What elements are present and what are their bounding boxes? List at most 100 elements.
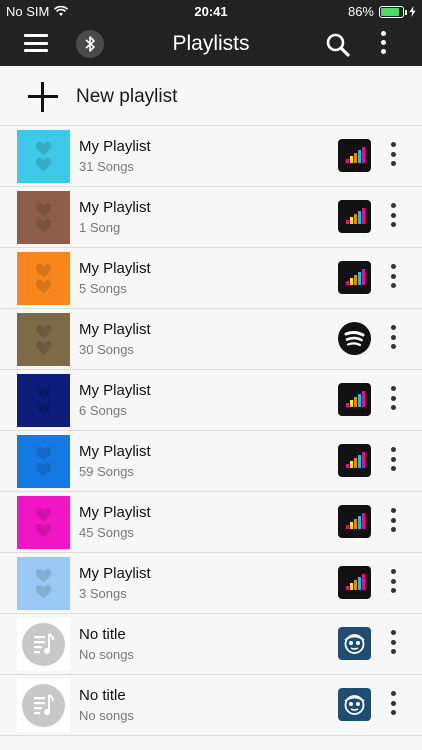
- deezer-icon: [346, 574, 365, 590]
- dot: [390, 344, 396, 349]
- search-button[interactable]: [325, 32, 351, 58]
- playlist-song-count: 1 Song: [79, 220, 121, 235]
- dot: [390, 395, 396, 401]
- playlist-artwork-placeholder: [17, 618, 70, 671]
- row-more-button[interactable]: [387, 508, 399, 538]
- playlist-name: No title: [79, 687, 126, 704]
- playlist-song-count: 31 Songs: [79, 159, 134, 174]
- playlist-song-count: 59 Songs: [79, 464, 134, 479]
- playlist-row[interactable]: No title No songs: [0, 675, 422, 736]
- playlist-artwork: [17, 435, 70, 488]
- dot: [390, 325, 396, 330]
- playlist-row[interactable]: My Playlist 1 Song: [0, 187, 422, 248]
- row-more-button[interactable]: [387, 325, 399, 355]
- page-title: Playlists: [172, 32, 250, 55]
- dot: [390, 161, 396, 166]
- row-more-button[interactable]: [387, 142, 399, 172]
- dot: [390, 691, 396, 696]
- playlist-row[interactable]: No title No songs: [0, 614, 422, 675]
- streaming-service-badge: [338, 566, 371, 599]
- streaming-service-badge: [338, 444, 371, 477]
- dot: [390, 386, 396, 391]
- playlist-artwork: [17, 252, 70, 305]
- playlist-row[interactable]: My Playlist 30 Songs: [0, 309, 422, 370]
- more-options-button[interactable]: [376, 31, 390, 59]
- battery-percent: 86%: [347, 4, 374, 19]
- playlist-artwork: [17, 130, 70, 183]
- row-more-button[interactable]: [387, 264, 399, 294]
- deezer-icon: [346, 208, 365, 224]
- battery-fill: [381, 7, 400, 16]
- playlist-artwork: [17, 496, 70, 549]
- battery-icon: [379, 5, 407, 18]
- napster-icon: [344, 634, 365, 654]
- dot: [390, 405, 396, 410]
- dot: [390, 456, 396, 462]
- row-more-button[interactable]: [387, 569, 399, 599]
- music-note-list-icon: [22, 623, 65, 666]
- deezer-icon: [346, 269, 365, 285]
- row-more-button[interactable]: [387, 630, 399, 660]
- dot: [390, 273, 396, 279]
- dot: [390, 700, 396, 706]
- streaming-service-badge: [338, 627, 371, 660]
- playlist-song-count: No songs: [79, 708, 134, 723]
- dot: [390, 447, 396, 452]
- playlist-song-count: 30 Songs: [79, 342, 134, 357]
- playlist-row[interactable]: My Playlist 3 Songs: [0, 553, 422, 614]
- new-playlist-label: New playlist: [76, 86, 178, 107]
- streaming-service-badge: [338, 322, 371, 355]
- playlist-song-count: 5 Songs: [79, 281, 127, 296]
- dot: [390, 639, 396, 645]
- dot: [390, 151, 396, 157]
- dot: [380, 49, 386, 54]
- dot: [390, 710, 396, 715]
- status-bar: No SIM 20:41 86%: [0, 0, 422, 22]
- streaming-service-badge: [338, 383, 371, 416]
- streaming-service-badge: [338, 261, 371, 294]
- dot: [390, 222, 396, 227]
- dot: [390, 630, 396, 635]
- playlist-row[interactable]: My Playlist 5 Songs: [0, 248, 422, 309]
- playlist-name: My Playlist: [79, 138, 151, 155]
- playlist-row[interactable]: My Playlist 31 Songs: [0, 126, 422, 187]
- streaming-service-badge: [338, 688, 371, 721]
- row-more-button[interactable]: [387, 447, 399, 477]
- napster-icon: [344, 695, 365, 715]
- deezer-icon: [346, 391, 365, 407]
- deezer-icon: [346, 513, 365, 529]
- dot: [390, 569, 396, 574]
- dot: [390, 334, 396, 340]
- playlist-artwork: [17, 191, 70, 244]
- playlist-name: My Playlist: [79, 565, 151, 582]
- dot: [390, 517, 396, 523]
- playlist-name: No title: [79, 626, 126, 643]
- streaming-service-badge: [338, 505, 371, 538]
- playlist-row[interactable]: My Playlist 45 Songs: [0, 492, 422, 553]
- row-more-button[interactable]: [387, 691, 399, 721]
- dot: [390, 588, 396, 593]
- playlist-name: My Playlist: [79, 321, 151, 338]
- streaming-service-badge: [338, 139, 371, 172]
- playlist-song-count: 45 Songs: [79, 525, 134, 540]
- dot: [390, 578, 396, 584]
- streaming-service-badge: [338, 200, 371, 233]
- new-playlist-button[interactable]: New playlist: [0, 66, 422, 126]
- playlist-song-count: 6 Songs: [79, 403, 127, 418]
- dot: [390, 649, 396, 654]
- playlist-artwork: [17, 557, 70, 610]
- playlist-name: My Playlist: [79, 504, 151, 521]
- row-more-button[interactable]: [387, 203, 399, 233]
- playlist-song-count: 3 Songs: [79, 586, 127, 601]
- search-icon: [326, 33, 350, 57]
- playlist-artwork-placeholder: [17, 679, 70, 732]
- playlist-name: My Playlist: [79, 260, 151, 277]
- dot: [380, 31, 386, 36]
- playlist-song-count: No songs: [79, 647, 134, 662]
- dot: [380, 40, 386, 45]
- playlist-artwork: [17, 374, 70, 427]
- row-more-button[interactable]: [387, 386, 399, 416]
- playlist-row[interactable]: My Playlist 6 Songs: [0, 370, 422, 431]
- music-note-list-icon: [22, 684, 65, 727]
- playlist-row[interactable]: My Playlist 59 Songs: [0, 431, 422, 492]
